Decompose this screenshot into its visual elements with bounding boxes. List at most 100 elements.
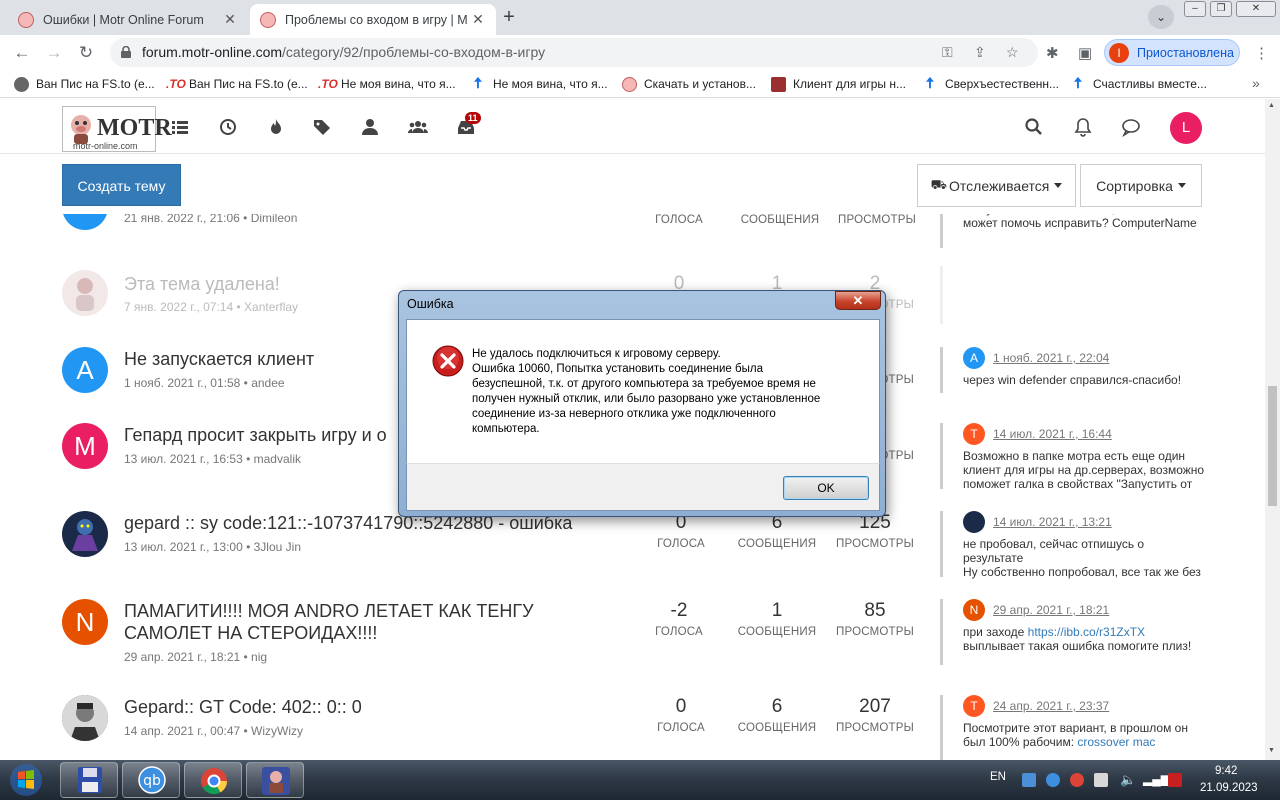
groups-icon[interactable]: [408, 117, 428, 137]
author-avatar[interactable]: N: [62, 599, 108, 645]
key-icon[interactable]: ⚿: [942, 44, 953, 61]
bookmark-label: Не моя вина, что я...: [493, 77, 608, 91]
sort-dropdown[interactable]: Сортировка: [1080, 164, 1202, 207]
author-avatar[interactable]: [62, 270, 108, 316]
taskbar-app-chrome[interactable]: [184, 762, 242, 798]
votes-count: 0: [675, 696, 687, 717]
reload-button[interactable]: ↻: [74, 41, 98, 65]
tab-search-button[interactable]: ⌄: [1148, 5, 1174, 29]
bookmark-item[interactable]: .TO Ван Пис на FS.to (е...: [166, 76, 308, 92]
tab-title: Ошибки | Motr Online Forum: [43, 12, 204, 27]
ok-button[interactable]: OK: [783, 476, 869, 500]
taskbar-app-qbittorrent[interactable]: qb: [122, 762, 180, 798]
watch-dropdown[interactable]: ⛟ Отслеживается: [917, 164, 1076, 207]
last-post-date[interactable]: 1 нояб. 2021 г., 22:04: [993, 351, 1109, 365]
popular-fire-icon[interactable]: [266, 117, 286, 137]
address-bar[interactable]: forum.motr-online.com/category/92/пробле…: [110, 38, 1038, 67]
topic-title[interactable]: Gepard:: GT Code: 402:: 0:: 0: [124, 696, 624, 718]
last-post-link[interactable]: https://ibb.co/r31ZxTX: [1028, 625, 1145, 639]
profile-button[interactable]: I Приостановлена: [1104, 39, 1240, 66]
signal-icon[interactable]: ▂▄▆: [1143, 772, 1170, 786]
last-post-avatar[interactable]: T: [963, 423, 985, 445]
bookmark-label: Не моя вина, что я...: [341, 77, 456, 91]
users-icon[interactable]: [360, 117, 380, 137]
last-post-link[interactable]: crossover mac: [1077, 735, 1155, 749]
pig-favicon-icon: [18, 11, 34, 28]
volume-icon[interactable]: 🔈: [1120, 772, 1136, 788]
network-tray-icon[interactable]: [1022, 773, 1036, 787]
page-scrollbar[interactable]: ▲ ▼: [1265, 99, 1280, 760]
more-bookmarks-icon[interactable]: »: [1252, 75, 1260, 91]
tab-errors[interactable]: Ошибки | Motr Online Forum ✕: [8, 4, 248, 35]
author-avatar[interactable]: M: [62, 423, 108, 469]
back-button[interactable]: ←: [10, 41, 34, 65]
bookmark-item[interactable]: Клиент для игры н...: [771, 76, 906, 92]
chrome-tray-icon[interactable]: [1070, 773, 1084, 787]
alert-tray-icon[interactable]: [1168, 773, 1182, 787]
bookmark-star-icon[interactable]: ☆: [1006, 44, 1019, 61]
side-panel-icon[interactable]: ▣: [1078, 44, 1092, 62]
last-post-avatar[interactable]: N: [963, 599, 985, 621]
start-button[interactable]: [4, 760, 48, 800]
scroll-down-icon[interactable]: ▼: [1268, 747, 1275, 754]
close-tab-icon[interactable]: ✕: [222, 11, 238, 28]
taskbar-app-floppy[interactable]: [60, 762, 118, 798]
error-message-line: соединение из-за неверного отклика уже п…: [472, 408, 776, 420]
categories-icon[interactable]: [170, 117, 190, 137]
topic-title[interactable]: ПАМАГИТИ!!!! МОЯ ANDRO ЛЕТАЕТ КАК ТЕНГУ …: [124, 600, 624, 644]
clock-date[interactable]: 21.09.2023: [1200, 782, 1258, 794]
browser-toolbar: ← → ↻ forum.motr-online.com/category/92/…: [0, 35, 1280, 70]
search-icon[interactable]: [1024, 117, 1044, 137]
forum-logo[interactable]: MOTR motr-online.com: [62, 106, 172, 152]
create-topic-button[interactable]: Создать тему: [62, 164, 181, 206]
recent-clock-icon[interactable]: [218, 117, 238, 137]
chat-icon[interactable]: [1121, 117, 1141, 138]
last-post-avatar[interactable]: T: [963, 695, 985, 717]
extensions-icon[interactable]: ✱: [1046, 44, 1059, 62]
language-indicator[interactable]: EN: [990, 771, 1006, 783]
tab-login-problems[interactable]: Проблемы со входом в игру | M ✕: [250, 4, 496, 35]
error-message-line: Не удалось подключиться к игровому серве…: [472, 348, 721, 360]
last-post-date[interactable]: 29 апр. 2021 г., 18:21: [993, 603, 1109, 617]
last-post-date[interactable]: 24 апр. 2021 г., 23:37: [993, 699, 1109, 713]
last-post-text-part: выплывает такая ошибка помогите плиз!: [963, 639, 1192, 653]
bell-icon[interactable]: [1073, 117, 1093, 137]
forward-button[interactable]: →: [42, 41, 66, 65]
game-icon: [262, 767, 290, 795]
last-post-avatar[interactable]: A: [963, 347, 985, 369]
bookmark-item[interactable]: 🠅 Сверхъестественн...: [922, 76, 1059, 92]
scroll-up-icon[interactable]: ▲: [1268, 102, 1275, 109]
bookmark-item[interactable]: .TO Не моя вина, что я...: [318, 76, 456, 92]
error-message: Не удалось подключиться к игровому серве…: [472, 347, 857, 437]
scrollbar-thumb[interactable]: [1268, 386, 1277, 506]
clock-time[interactable]: 9:42: [1215, 765, 1237, 777]
bookmark-item[interactable]: 🠅 Счастливы вместе...: [1070, 76, 1207, 92]
author-avatar[interactable]: [62, 695, 108, 741]
restore-button[interactable]: ❐: [1210, 1, 1232, 17]
user-avatar[interactable]: L: [1170, 112, 1202, 144]
taskbar-app-game[interactable]: [246, 762, 304, 798]
tags-icon[interactable]: [312, 117, 332, 137]
share-icon[interactable]: ⇪: [974, 44, 986, 61]
last-post-avatar[interactable]: [963, 511, 985, 533]
posts-stat: 1 СООБЩЕНИЯ: [722, 600, 832, 638]
qbittorrent-tray-icon[interactable]: [1046, 773, 1060, 787]
floppy-icon: [78, 767, 102, 793]
close-tab-icon[interactable]: ✕: [470, 11, 486, 28]
bookmark-item[interactable]: Скачать и установ...: [622, 76, 756, 92]
author-avatar[interactable]: [62, 214, 108, 230]
browser-menu-icon[interactable]: ⋮: [1254, 44, 1269, 62]
bookmark-item[interactable]: Ван Пис на FS.to (е...: [14, 76, 155, 92]
author-avatar[interactable]: A: [62, 347, 108, 393]
topic-meta: 14 апр. 2021 г., 00:47 • WizyWizy: [124, 724, 304, 738]
windows-logo-icon: [10, 764, 42, 796]
close-window-button[interactable]: ✕: [1236, 1, 1276, 17]
new-tab-button[interactable]: +: [497, 6, 521, 30]
last-post-date[interactable]: 14 июл. 2021 г., 16:44: [993, 427, 1112, 441]
dialog-close-button[interactable]: ✕: [835, 291, 881, 310]
last-post-date[interactable]: 14 июл. 2021 г., 13:21: [993, 515, 1112, 529]
minimize-button[interactable]: ‒: [1184, 1, 1206, 17]
author-avatar[interactable]: [62, 511, 108, 557]
clipboard-tray-icon[interactable]: [1094, 773, 1108, 787]
bookmark-item[interactable]: 🠅 Не моя вина, что я...: [470, 76, 608, 92]
